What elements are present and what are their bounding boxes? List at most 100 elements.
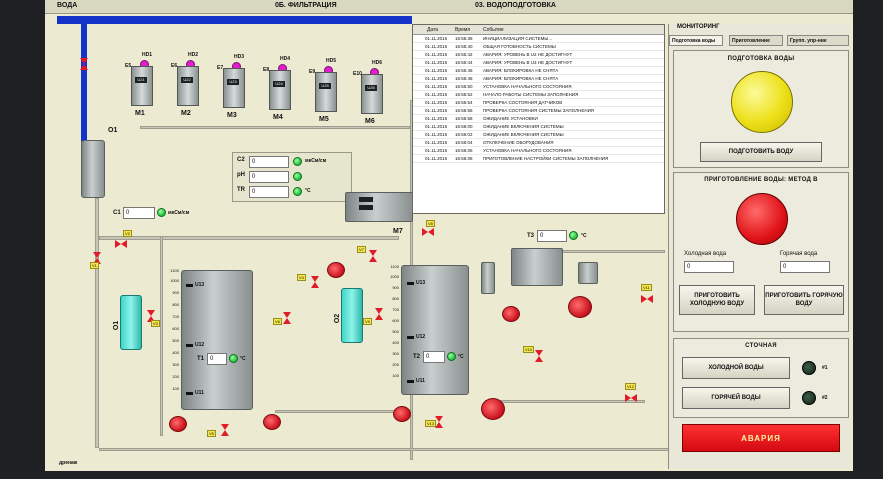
tank1-scale-tick: 900	[172, 290, 179, 295]
top-tab-bar: ВОДА 0Б. ФИЛЬТРАЦИЯ 03. ВОДОПОДГОТОВКА	[45, 0, 853, 14]
module-name: M4	[273, 114, 283, 121]
module-level-label: U24	[273, 81, 285, 87]
prep-section: ПОДГОТОВКА ВОДЫ ПОДГОТОВИТЬ ВОДУ	[673, 50, 849, 168]
m7-level-1	[359, 197, 373, 202]
valve-v8[interactable]	[422, 228, 434, 236]
c1-label: C1	[113, 210, 121, 216]
pump-1-icon[interactable]	[169, 416, 187, 432]
valve-v11[interactable]	[641, 295, 653, 303]
tank1-scale-tick: 200	[172, 374, 179, 379]
log-col-date: Дата	[427, 27, 439, 33]
log-row[interactable]: 01.11.2016 16:55:50 УСТАНОВКА НАЧАЛЬНОГО С…	[413, 83, 664, 91]
valve-v4[interactable]	[221, 424, 229, 436]
tab-water-prep[interactable]: Подготовка воды	[669, 35, 723, 46]
hot-water-input[interactable]: 0	[780, 261, 830, 273]
log-row[interactable]: 01.11.2016 16:55:54 ПРОВЕРКА СОСТОЯНИЯ ДАТ…	[413, 99, 664, 107]
tab-group-control-label: Групп. упр-ние	[790, 38, 827, 44]
pipe-horizontal-mid	[99, 236, 399, 240]
drain-hot-button[interactable]: ГОРЯЧЕЙ ВОДЫ	[682, 387, 790, 409]
valve-v10[interactable]	[535, 350, 543, 362]
tank-o1	[81, 140, 105, 198]
log-row[interactable]: 01.11.2016 16:55:48 АВАРИЯ: БЛОКИРОВКА НЕ …	[413, 75, 664, 83]
log-row[interactable]: 01.11.2016 16:55:42 АВАРИЯ: УРОВЕНЬ В U2 Н…	[413, 51, 664, 59]
tab-group-control[interactable]: Групп. упр-ние	[787, 35, 849, 46]
cooler1-label: O1	[113, 320, 121, 331]
log-row[interactable]: 01.11.2016 16:55:58 ОЖИДАНИЕ УСТАНОВКИ	[413, 115, 664, 123]
c2-unit: мкСм/см	[305, 158, 327, 164]
feed-valve[interactable]	[80, 58, 88, 70]
drain-title: СТОЧНАЯ	[745, 343, 777, 349]
valve-v7[interactable]	[369, 250, 377, 262]
valve-v5[interactable]	[311, 276, 319, 288]
valve-v12[interactable]	[625, 394, 637, 402]
tab-water[interactable]: ВОДА	[57, 2, 77, 9]
log-time: 16:55:58	[455, 116, 473, 121]
tank1-sensor-mark	[186, 284, 193, 287]
tank1-sensor-mark	[186, 344, 193, 347]
module-hd-label: HD1	[142, 52, 153, 58]
log-date: 01.11.2016	[425, 84, 448, 89]
hot-water-button[interactable]: ПРИГОТОВИТЬ ГОРЯЧУЮ ВОДУ	[764, 285, 844, 315]
event-log[interactable]: Дата Время Событие 01.11.2016 16:55:38 ИНИ…	[412, 24, 665, 214]
log-row[interactable]: 01.11.2016 16:55:52 НАЧАЛО РАБОТЫ СИСТЕМЫ …	[413, 91, 664, 99]
log-row[interactable]: 01.11.2016 16:55:40 ОБЩАЯ ГОТОВНОСТЬ СИСТЕ…	[413, 43, 664, 51]
pump-2-icon[interactable]	[263, 414, 281, 430]
module-name: M2	[181, 110, 191, 117]
log-row[interactable]: 01.11.2016 16:56:06 УСТАНОВКА НАЧАЛЬНОГО С…	[413, 147, 664, 155]
tr-label: TR	[237, 187, 245, 193]
valve-v13[interactable]	[435, 416, 443, 428]
t3-value-field: 0	[537, 230, 567, 242]
cold-water-button[interactable]: ПРИГОТОВИТЬ ХОЛОДНУЮ ВОДУ	[679, 285, 755, 315]
alarm-button[interactable]: АВАРИЯ	[682, 424, 840, 452]
valve-tag: V4	[297, 274, 306, 281]
c1-status-led	[157, 208, 166, 217]
pump-3-icon[interactable]	[327, 262, 345, 278]
ph-status-led	[293, 172, 302, 181]
log-row[interactable]: 01.11.2016 16:56:08 ПРИГОТОВЛЕНИЕ НАСТРОЙК…	[413, 155, 664, 163]
pump-6-icon[interactable]	[502, 306, 520, 322]
tab-water-treatment[interactable]: 03. ВОДОПОДГОТОВКА	[475, 2, 556, 9]
log-row[interactable]: 01.11.2016 16:56:00 ОЖИДАНИЕ ВКЛЮЧЕНИЯ СИС…	[413, 123, 664, 131]
t3-label: T3	[527, 233, 535, 239]
module-tank	[269, 70, 291, 110]
tank2-sensor-mark	[407, 336, 414, 339]
t1-status-led	[229, 354, 238, 363]
valve-tag: V1	[90, 262, 99, 269]
tank2-scale-tick: 400	[392, 340, 399, 345]
log-date: 01.11.2016	[425, 140, 448, 145]
tank2-scale-tick: 700	[392, 307, 399, 312]
valve-tag: V5	[207, 430, 216, 437]
log-row[interactable]: 01.11.2016 16:56:02 ОЖИДАНИЕ ВКЛЮЧЕНИЯ СИС…	[413, 131, 664, 139]
alarm-label: АВАРИЯ	[741, 433, 781, 443]
module-hd-label: HD4	[280, 56, 291, 62]
pipe-bottom-2	[275, 410, 410, 413]
cold-water-input[interactable]: 0	[684, 261, 734, 273]
pump-7-icon[interactable]	[568, 296, 592, 318]
tab-mixing[interactable]: Приготовление	[729, 35, 783, 46]
log-row[interactable]: 01.11.2016 16:55:56 ПРОВЕРКА СОСТОЯНИЯ СИС…	[413, 107, 664, 115]
valve-v1[interactable]	[115, 240, 127, 248]
module-level-label: U23	[227, 79, 239, 85]
log-time: 16:55:46	[455, 68, 473, 73]
log-row[interactable]: 01.11.2016 16:55:44 АВАРИЯ: УРОВЕНЬ В U3 Н…	[413, 59, 664, 67]
tank1-scale-tick: 1000	[170, 278, 179, 283]
tank2-scale-tick: 800	[392, 296, 399, 301]
pump-4-icon[interactable]	[393, 406, 411, 422]
log-row[interactable]: 01.11.2016 16:55:38 ИНИЦИАЛИЗАЦИЯ СИСТЕМЫ.…	[413, 35, 664, 43]
module-tank	[315, 72, 337, 112]
tank-m7	[345, 192, 413, 222]
log-row[interactable]: 01.11.2016 16:56:04 ОТКЛЮЧЕНИЕ ОБОРУДОВАНИ…	[413, 139, 664, 147]
valve-v9[interactable]	[375, 308, 383, 320]
log-time: 16:55:54	[455, 100, 473, 105]
tank1-scale-tick: 100	[172, 386, 179, 391]
log-event: АВАРИЯ: БЛОКИРОВКА НЕ СНЯТА	[483, 76, 559, 81]
log-event: ПРИГОТОВЛЕНИЕ НАСТРОЙКИ СИСТЕМЫ ЗАПОЛНЕН…	[483, 156, 609, 161]
tab-filtration[interactable]: 0Б. ФИЛЬТРАЦИЯ	[275, 2, 337, 9]
log-row[interactable]: 01.11.2016 16:55:46 АВАРИЯ: БЛОКИРОВКА НЕ …	[413, 67, 664, 75]
valve-v6[interactable]	[283, 312, 291, 324]
t3-status-led	[569, 231, 578, 240]
pump-5-icon[interactable]	[481, 398, 505, 420]
prep-water-button[interactable]: ПОДГОТОВИТЬ ВОДУ	[700, 142, 822, 162]
drain-cold-button[interactable]: ХОЛОДНОЙ ВОДЫ	[682, 357, 790, 379]
m7-label: M7	[393, 228, 403, 235]
